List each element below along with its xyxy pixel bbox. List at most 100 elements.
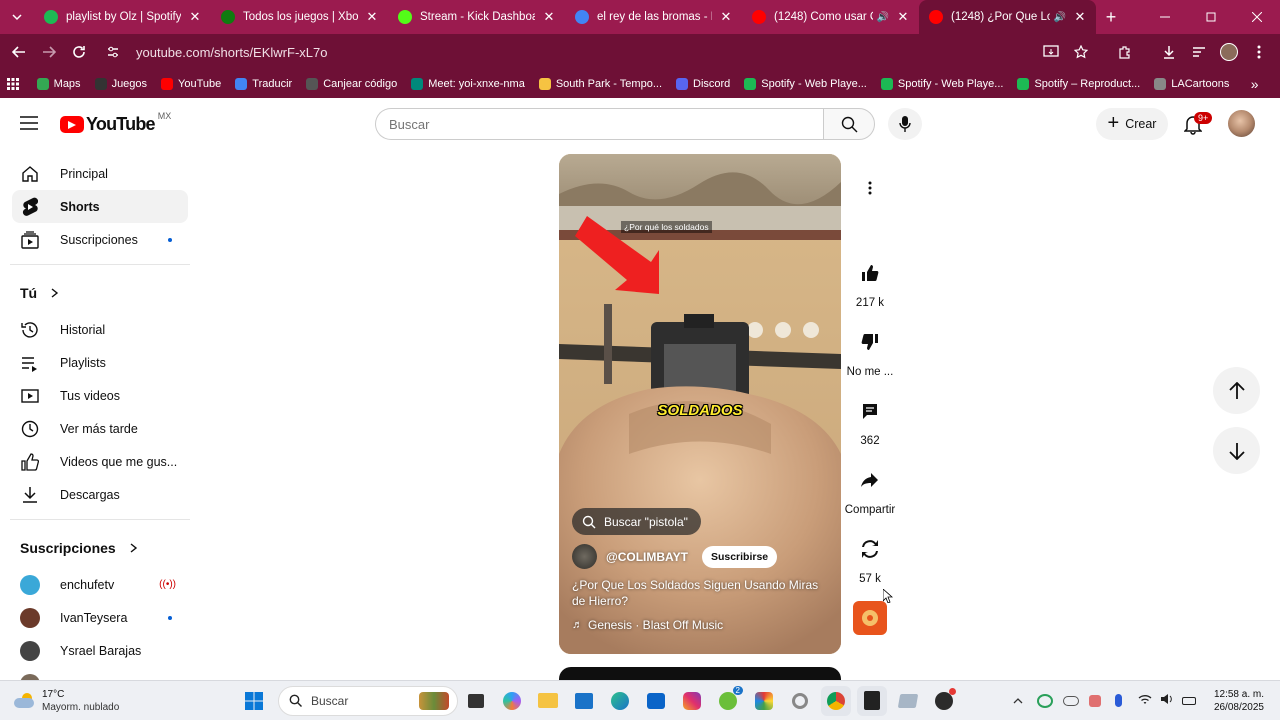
bookmark-item[interactable]: YouTube	[161, 78, 221, 90]
sidebar-item-suscripciones[interactable]: Suscripciones	[12, 223, 188, 256]
subscriptions-section-heading[interactable]: Suscripciones	[12, 528, 188, 568]
close-tab-icon[interactable]: ✕	[1072, 9, 1088, 25]
bookmark-item[interactable]: Traducir	[235, 78, 292, 90]
comments-button[interactable]	[850, 391, 890, 431]
bookmark-item[interactable]: Maps	[36, 78, 81, 90]
taskbar-search[interactable]: Buscar	[278, 685, 458, 716]
edge-icon[interactable]	[605, 686, 635, 716]
wifi-icon[interactable]	[1138, 692, 1152, 710]
sidebar-item-videos-que-me-gus[interactable]: Videos que me gus...	[12, 445, 188, 478]
store-icon[interactable]	[569, 686, 599, 716]
bookmark-item[interactable]: Spotify - Web Playe...	[880, 78, 1003, 90]
obs-icon[interactable]	[929, 686, 959, 716]
account-avatar[interactable]	[1228, 110, 1255, 137]
sidebar-item-tus-videos[interactable]: Tus videos	[12, 379, 188, 412]
outlook-icon[interactable]	[641, 686, 671, 716]
restore-icon[interactable]	[1188, 2, 1234, 32]
guide-menu-icon[interactable]	[20, 116, 40, 132]
apps-grid-icon[interactable]	[2, 69, 25, 99]
channel-handle[interactable]: @COLIMBAYT	[606, 550, 688, 564]
sidebar-item-ver-m-s-tarde[interactable]: Ver más tarde	[12, 412, 188, 445]
close-tab-icon[interactable]: ✕	[364, 9, 380, 25]
file-explorer-icon[interactable]	[533, 686, 563, 716]
copilot-icon[interactable]	[497, 686, 527, 716]
previous-short-button[interactable]	[1213, 367, 1260, 414]
bookmark-item[interactable]: Discord	[676, 78, 730, 90]
bookmark-item[interactable]: Juegos	[94, 78, 147, 90]
bookmark-item[interactable]: Spotify – Reproduct...	[1017, 78, 1140, 90]
volume-icon[interactable]	[1160, 692, 1174, 710]
music-row[interactable]: ♬ Genesis · Blast Off Music	[572, 618, 723, 632]
dislike-button[interactable]	[850, 322, 890, 362]
close-tab-icon[interactable]: ✕	[718, 9, 734, 25]
browser-tab[interactable]: Todos los juegos | Xbox Cloud ✕	[211, 0, 388, 34]
youtube-logo[interactable]: YouTube MX	[60, 111, 171, 135]
clock[interactable]: 12:58 a. m. 26/08/2025	[1214, 688, 1264, 714]
sidebar-item-principal[interactable]: Principal	[12, 157, 188, 190]
like-button[interactable]	[850, 253, 890, 293]
browser-tab[interactable]: playlist by Olz | Spotify ✕	[34, 0, 211, 34]
bookmark-item[interactable]: Spotify - Web Playe...	[744, 78, 867, 90]
sidebar-item-historial[interactable]: Historial	[12, 313, 188, 346]
share-button[interactable]	[850, 460, 890, 500]
voice-search-button[interactable]	[888, 108, 922, 140]
search-suggestion-chip[interactable]: Buscar "pistola"	[572, 508, 701, 535]
close-tab-icon[interactable]: ✕	[895, 9, 911, 25]
notification-app-icon[interactable]: 2	[713, 685, 743, 716]
tray-sync-icon[interactable]	[1036, 693, 1053, 708]
onedrive-icon[interactable]	[1062, 695, 1079, 706]
sidebar-item-shorts[interactable]: Shorts	[12, 190, 188, 223]
search-input[interactable]	[375, 108, 823, 140]
sidebar-subscription-item[interactable]: enchufetv ((•))	[12, 568, 188, 601]
site-info-icon[interactable]	[98, 37, 128, 67]
tab-audio-icon[interactable]: 🔊	[877, 12, 889, 23]
minimize-icon[interactable]	[1142, 2, 1188, 32]
bookmark-item[interactable]: South Park - Tempo...	[538, 78, 662, 90]
tray-app-icon[interactable]	[1088, 694, 1101, 707]
browser-tab[interactable]: (1248) ¿Por Que Los Soldados 🔊 ✕	[919, 0, 1096, 34]
bookmark-item[interactable]: LACartoons	[1154, 78, 1229, 90]
weather-widget[interactable]: 17°C Mayorm. nublado	[14, 688, 164, 714]
colorful-app-icon[interactable]	[749, 686, 779, 716]
browser-tab[interactable]: el rey de las bromas - Buscar ✕	[565, 0, 742, 34]
extensions-icon[interactable]	[1110, 37, 1140, 67]
instagram-icon[interactable]	[677, 686, 707, 716]
close-tab-icon[interactable]: ✕	[541, 9, 557, 25]
tray-mic-icon[interactable]	[1114, 694, 1122, 707]
sound-thumbnail[interactable]	[853, 601, 887, 635]
address-bar-url[interactable]: youtube.com/shorts/EKlwrF-xL7o	[136, 45, 327, 60]
subscribe-button[interactable]: Suscribirse	[701, 545, 778, 568]
show-hidden-icons[interactable]	[1013, 692, 1023, 710]
forward-arrow-icon[interactable]	[34, 37, 64, 67]
epic-games-icon[interactable]	[857, 685, 887, 716]
close-tab-icon[interactable]: ✕	[187, 9, 203, 25]
settings-ring-icon[interactable]	[785, 686, 815, 716]
sidebar-sub-partial[interactable]	[12, 667, 188, 680]
search-button[interactable]	[823, 108, 875, 140]
start-button[interactable]	[239, 686, 269, 716]
chrome-icon[interactable]	[821, 685, 851, 716]
notifications-button[interactable]: 9+	[1180, 112, 1213, 138]
bookmark-item[interactable]: Canjear código	[306, 78, 397, 90]
install-app-icon[interactable]	[1036, 37, 1066, 67]
sidebar-subscription-item[interactable]: IvanTeysera	[12, 601, 188, 634]
browser-menu-icon[interactable]	[1244, 37, 1274, 67]
sidebar-subscription-item[interactable]: Ysrael Barajas	[12, 634, 188, 667]
next-short-button[interactable]	[1213, 427, 1260, 474]
bookmark-star-icon[interactable]	[1066, 37, 1096, 67]
tab-audio-icon[interactable]: 🔊	[1054, 12, 1066, 23]
profile-avatar-icon[interactable]	[1214, 37, 1244, 67]
downloads-toolbar-icon[interactable]	[1154, 37, 1184, 67]
reload-icon[interactable]	[64, 37, 94, 67]
tab-search-chevron-icon[interactable]	[0, 2, 34, 32]
remix-button[interactable]	[850, 529, 890, 569]
media-controls-icon[interactable]	[1184, 37, 1214, 67]
shorts-video-player[interactable]: ¿Por qué los soldados SOLDADOS Buscar "p…	[559, 154, 841, 654]
browser-tab[interactable]: (1248) Como usar OBS Studio 🔊 ✕	[742, 0, 919, 34]
task-view-icon[interactable]	[461, 686, 491, 716]
create-button[interactable]: + Crear	[1096, 108, 1168, 140]
sidebar-item-playlists[interactable]: Playlists	[12, 346, 188, 379]
battery-icon[interactable]	[1181, 696, 1196, 705]
browser-tab[interactable]: Stream - Kick Dashboard ✕	[388, 0, 565, 34]
back-arrow-icon[interactable]	[4, 37, 34, 67]
